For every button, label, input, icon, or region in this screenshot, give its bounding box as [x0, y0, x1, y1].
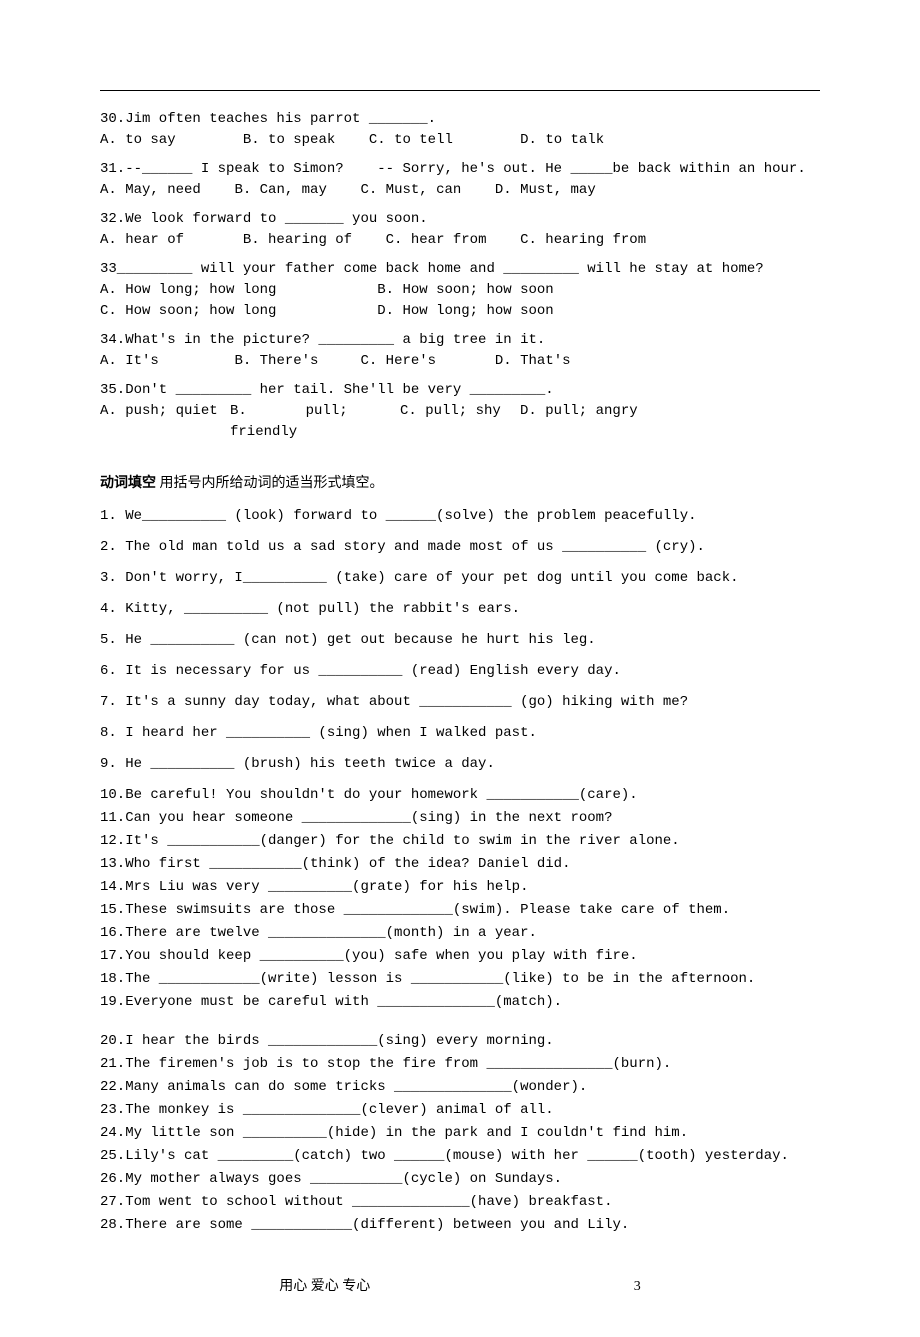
fill-item: 3. Don't worry, I__________ (take) care … [100, 568, 820, 589]
fill-item: 15.These swimsuits are those ___________… [100, 900, 820, 921]
mc-stem: 31.--______ I speak to Simon? -- Sorry, … [100, 159, 820, 180]
opt-c: C. Here's [360, 353, 436, 369]
fill-item: 1. We__________ (look) forward to ______… [100, 506, 820, 527]
opt-d: D. to talk [520, 132, 604, 148]
fill-item: 8. I heard her __________ (sing) when I … [100, 723, 820, 744]
opt-b: B. Can, may [234, 182, 326, 198]
mc-options: A. May, need B. Can, may C. Must, can D.… [100, 180, 820, 201]
fill-item: 23.The monkey is ______________(clever) … [100, 1100, 820, 1121]
fill-item: 22.Many animals can do some tricks _____… [100, 1077, 820, 1098]
mc-options: A. hear of B. hearing of C. hear from C.… [100, 230, 820, 251]
mc-options: A. It's B. There's C. Here's D. That's [100, 351, 820, 372]
section-title: 动词填空 用括号内所给动词的适当形式填空。 [100, 473, 820, 494]
fill-item: 27.Tom went to school without __________… [100, 1192, 820, 1213]
fill-item: 9. He __________ (brush) his teeth twice… [100, 754, 820, 775]
mc-q33: 33_________ will your father come back h… [100, 259, 820, 322]
opt-a: A. to say [100, 132, 176, 148]
fill-item: 6. It is necessary for us __________ (re… [100, 661, 820, 682]
fill-block-tight-2: 20.I hear the birds _____________(sing) … [100, 1031, 820, 1236]
opt-b: B. pull; friendly [230, 401, 400, 443]
mc-options-row1: A. How long; how long B. How soon; how s… [100, 280, 820, 301]
fill-item: 20.I hear the birds _____________(sing) … [100, 1031, 820, 1052]
opt-d: D. That's [495, 353, 571, 369]
fill-item: 14.Mrs Liu was very __________(grate) fo… [100, 877, 820, 898]
fill-block-spaced: 1. We__________ (look) forward to ______… [100, 506, 820, 775]
opt-d: D. How long; how soon [377, 303, 553, 319]
opt-a: A. How long; how long [100, 282, 276, 298]
opt-a: A. push; quiet [100, 401, 230, 443]
mc-options: A. to say B. to speak C. to tell D. to t… [100, 130, 820, 151]
footer-text: 用心 爱心 专心 [279, 1279, 370, 1294]
opt-d: C. hearing from [520, 232, 646, 248]
fill-item: 11.Can you hear someone _____________(si… [100, 808, 820, 829]
spacer [100, 1015, 820, 1029]
opt-b: B. hearing of [243, 232, 352, 248]
fill-item: 26.My mother always goes ___________(cyc… [100, 1169, 820, 1190]
opt-a: A. May, need [100, 182, 201, 198]
opt-a: A. It's [100, 353, 159, 369]
fill-item: 7. It's a sunny day today, what about __… [100, 692, 820, 713]
opt-b: B. There's [234, 353, 318, 369]
fill-block-tight-1: 10.Be careful! You shouldn't do your hom… [100, 785, 820, 1013]
opt-d: D. pull; angry [520, 401, 638, 443]
mc-options-row2: C. How soon; how long D. How long; how s… [100, 301, 820, 322]
footer: 用心 爱心 专心 3 [100, 1276, 820, 1297]
section-title-bold: 动词填空 [100, 476, 156, 491]
opt-c: C. to tell [369, 132, 453, 148]
mc-q35: 35.Don't _________ her tail. She'll be v… [100, 380, 820, 443]
fill-item: 16.There are twelve ______________(month… [100, 923, 820, 944]
mc-stem: 33_________ will your father come back h… [100, 259, 820, 280]
opt-b: B. to speak [243, 132, 335, 148]
mc-stem: 30.Jim often teaches his parrot _______. [100, 109, 820, 130]
fill-item: 13.Who first ___________(think) of the i… [100, 854, 820, 875]
fill-item: 5. He __________ (can not) get out becau… [100, 630, 820, 651]
mc-stem: 34.What's in the picture? _________ a bi… [100, 330, 820, 351]
fill-item: 18.The ____________(write) lesson is ___… [100, 969, 820, 990]
opt-c: C. Must, can [360, 182, 461, 198]
opt-a: A. hear of [100, 232, 184, 248]
mc-q31: 31.--______ I speak to Simon? -- Sorry, … [100, 159, 820, 201]
top-rule [100, 90, 820, 91]
fill-item: 19.Everyone must be careful with _______… [100, 992, 820, 1013]
fill-item: 2. The old man told us a sad story and m… [100, 537, 820, 558]
mc-options: A. push; quiet B. pull; friendly C. pull… [100, 401, 820, 443]
opt-c: C. How soon; how long [100, 303, 276, 319]
fill-item: 24.My little son __________(hide) in the… [100, 1123, 820, 1144]
page-number: 3 [634, 1276, 641, 1297]
opt-d: D. Must, may [495, 182, 596, 198]
fill-item: 17.You should keep __________(you) safe … [100, 946, 820, 967]
mc-stem: 35.Don't _________ her tail. She'll be v… [100, 380, 820, 401]
mc-q34: 34.What's in the picture? _________ a bi… [100, 330, 820, 372]
fill-item: 10.Be careful! You shouldn't do your hom… [100, 785, 820, 806]
section-title-rest: 用括号内所给动词的适当形式填空。 [156, 476, 384, 491]
mc-stem: 32.We look forward to _______ you soon. [100, 209, 820, 230]
opt-c: C. pull; shy [400, 401, 520, 443]
fill-item: 25.Lily's cat _________(catch) two _____… [100, 1146, 820, 1167]
fill-item: 12.It's ___________(danger) for the chil… [100, 831, 820, 852]
mc-q30: 30.Jim often teaches his parrot _______.… [100, 109, 820, 151]
opt-b: B. How soon; how soon [377, 282, 553, 298]
fill-item: 4. Kitty, __________ (not pull) the rabb… [100, 599, 820, 620]
fill-item: 21.The firemen's job is to stop the fire… [100, 1054, 820, 1075]
mc-q32: 32.We look forward to _______ you soon. … [100, 209, 820, 251]
fill-item: 28.There are some ____________(different… [100, 1215, 820, 1236]
opt-c: C. hear from [386, 232, 487, 248]
